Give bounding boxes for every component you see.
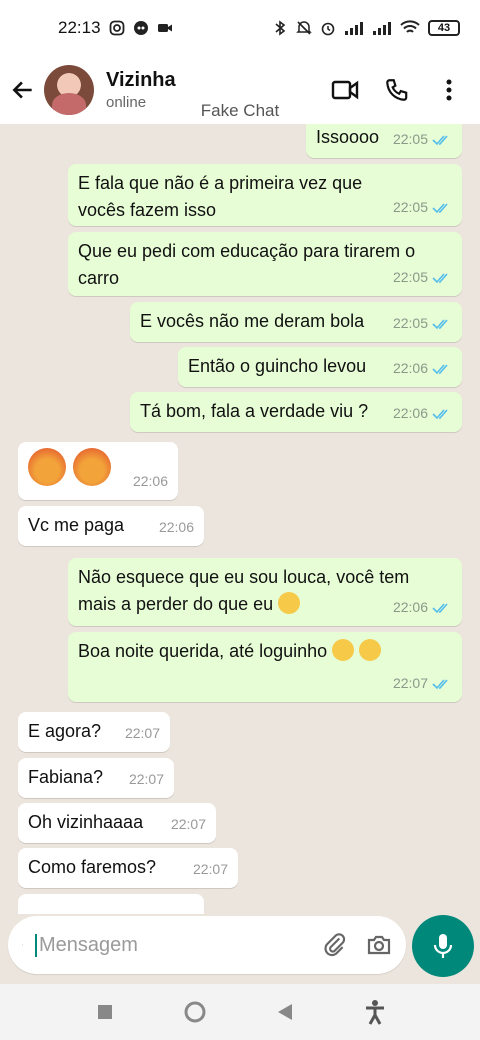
read-ticks-icon — [432, 202, 448, 213]
message-bubble[interactable]: Tá bom, fala a verdade viu ? 22:06 — [130, 392, 462, 432]
back-button[interactable] — [270, 997, 300, 1027]
message-time: 22:05 — [392, 269, 428, 285]
message-text: E vocês não me deram bola — [140, 311, 365, 331]
message-bubble[interactable]: Como faremos? 22:07 — [18, 848, 238, 888]
message-text: E agora? — [28, 721, 102, 741]
message-text: Vc me paga — [28, 515, 125, 535]
message-bubble[interactable]: Não esquece que eu sou louca, você tem m… — [68, 558, 462, 626]
yawning-face-icon — [332, 639, 355, 661]
message-bubble[interactable]: Fabiana? 22:07 — [18, 758, 174, 798]
status-bar: 22:13 43 — [0, 0, 480, 56]
message-time: 22:07 — [170, 816, 206, 832]
read-ticks-icon — [432, 408, 448, 419]
message-bubble[interactable]: Vc me paga 22:06 — [18, 506, 204, 546]
read-ticks-icon — [432, 363, 448, 374]
video-notification-icon — [157, 24, 172, 32]
message-bubble[interactable]: Issoooo 22:05 — [306, 124, 462, 158]
message-time: 22:07 — [392, 675, 428, 691]
read-ticks-icon — [432, 134, 448, 145]
phone-icon — [386, 79, 408, 101]
app-notification-icon — [133, 21, 148, 35]
signal-icon — [345, 22, 363, 35]
wifi-icon — [400, 20, 420, 33]
message-time: 22:07 — [192, 861, 228, 877]
message-time: 22:06 — [392, 599, 428, 615]
message-text: Não esquece que eu sou louca, você tem m… — [78, 567, 410, 614]
home-button[interactable] — [180, 997, 210, 1027]
back-arrow-icon[interactable] — [10, 77, 36, 103]
message-bubble[interactable]: Oh vizinhaaaa 22:07 — [18, 803, 216, 843]
message-bubble[interactable]: 22:06 — [18, 442, 178, 500]
paperclip-icon — [324, 933, 346, 957]
read-ticks-icon — [432, 678, 448, 689]
message-text: Como faremos? — [28, 857, 157, 877]
camera-icon — [367, 935, 391, 955]
message-time: 22:05 — [392, 199, 428, 215]
alarm-icon — [321, 22, 335, 36]
message-time: 22:06 — [132, 473, 168, 489]
message-text: Então o guincho levou — [188, 356, 367, 376]
accessibility-button[interactable] — [360, 997, 390, 1027]
voice-record-button[interactable] — [412, 915, 474, 977]
message-composer — [8, 916, 406, 974]
status-time: 22:13 — [58, 18, 101, 37]
message-time: 22:05 — [392, 315, 428, 331]
message-bubble[interactable]: Que eu pedi com educação para tirarem o … — [68, 232, 462, 296]
message-time: 22:07 — [124, 725, 160, 741]
message-text: Que eu pedi com educação para tirarem o … — [78, 241, 416, 288]
message-time: 22:06 — [158, 519, 194, 535]
message-text: E fala que não é a primeira vez que você… — [78, 173, 363, 220]
message-bubble[interactable]: Então o guincho levou 22:06 — [178, 347, 462, 387]
read-ticks-icon — [432, 318, 448, 329]
recent-apps-button[interactable] — [90, 997, 120, 1027]
bluetooth-icon — [275, 20, 286, 36]
instagram-icon — [109, 20, 124, 36]
angry-face-icon — [28, 448, 66, 486]
message-text: Fabiana? — [28, 767, 104, 787]
angry-face-icon — [73, 448, 112, 486]
camera-button[interactable] — [366, 931, 392, 959]
triangle-back-icon — [278, 1004, 292, 1020]
more-vertical-icon — [446, 79, 452, 101]
message-text: Tá bom, fala a verdade viu ? — [140, 401, 369, 421]
keyboard-icon[interactable] — [22, 934, 23, 956]
message-time: 22:06 — [392, 360, 428, 376]
battery-indicator: 43 — [428, 20, 460, 36]
message-time: 22:05 — [392, 131, 428, 147]
read-ticks-icon — [432, 602, 448, 613]
signal-icon-2 — [373, 22, 391, 35]
message-bubble[interactable]: E agora? 22:07 — [18, 712, 170, 752]
video-camera-icon — [331, 80, 359, 100]
message-text: Oh vizinhaaaa — [28, 812, 144, 832]
message-text: Boa noite querida, até loguinho — [78, 641, 328, 661]
smirking-face-icon — [278, 592, 301, 614]
message-text: Issoooo — [316, 127, 380, 147]
watermark-label: Fake Chat — [200, 101, 280, 120]
attach-button[interactable] — [322, 931, 348, 959]
message-bubble[interactable]: Boa noite querida, até loguinho 22:07 — [68, 632, 462, 702]
contact-name: Vizinha — [106, 69, 176, 91]
message-bubble-partial[interactable] — [18, 894, 204, 914]
system-nav-bar — [0, 984, 480, 1040]
message-input[interactable] — [35, 933, 304, 957]
square-icon — [98, 1005, 112, 1019]
microphone-icon — [433, 934, 453, 958]
circle-icon — [184, 1001, 206, 1023]
message-bubble[interactable]: E vocês não me deram bola 22:05 — [130, 302, 462, 342]
chat-area[interactable]: Issoooo 22:05 E fala que não é a primeir… — [0, 124, 480, 914]
kissing-face-icon — [359, 639, 382, 661]
read-ticks-icon — [432, 272, 448, 283]
mute-icon — [296, 21, 312, 35]
message-bubble[interactable]: E fala que não é a primeira vez que você… — [68, 164, 462, 226]
message-time: 22:06 — [392, 405, 428, 421]
accessibility-icon — [366, 1000, 384, 1025]
message-time: 22:07 — [128, 771, 164, 787]
